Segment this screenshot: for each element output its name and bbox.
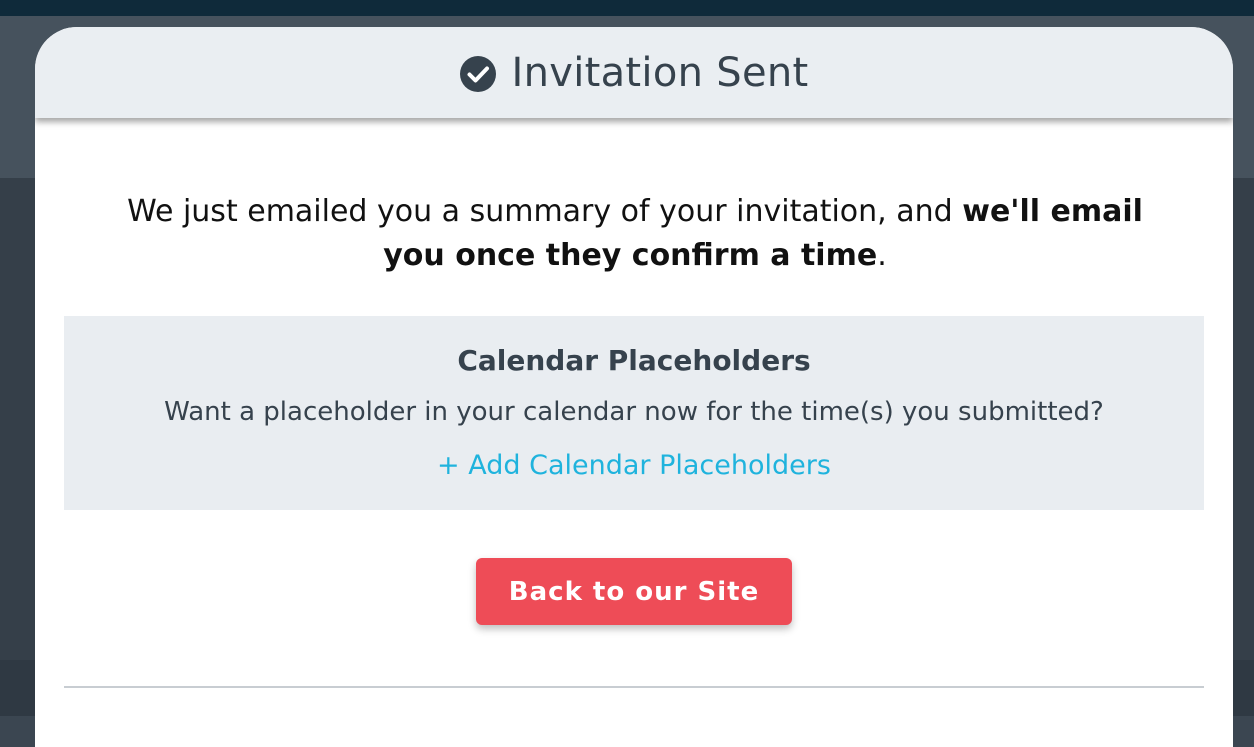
add-calendar-placeholders-link[interactable]: + Add Calendar Placeholders (64, 450, 1204, 481)
modal-title: Invitation Sent (511, 49, 809, 96)
back-to-site-button[interactable]: Back to our Site (476, 558, 792, 625)
calendar-placeholders-description: Want a placeholder in your calendar now … (164, 397, 1104, 427)
calendar-placeholders-heading: Calendar Placeholders (457, 344, 811, 377)
calendar-placeholders-panel: Calendar Placeholders Want a placeholder… (64, 316, 1204, 510)
message-end: . (877, 238, 887, 273)
background-top-bar (0, 0, 1254, 16)
message-text: We just emailed you a summary of your in… (127, 194, 963, 229)
confirmation-message: We just emailed you a summary of your in… (125, 190, 1145, 278)
divider (64, 686, 1204, 688)
invitation-sent-modal: Invitation Sent We just emailed you a su… (35, 27, 1233, 747)
modal-header: Invitation Sent (35, 27, 1233, 118)
check-circle-icon (459, 55, 496, 92)
